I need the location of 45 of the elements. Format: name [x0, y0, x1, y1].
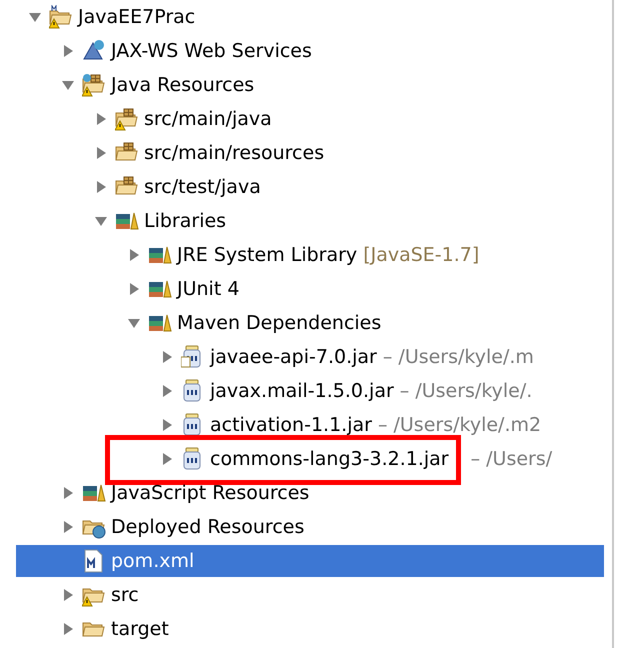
- tree-item-label[interactable]: pom.xml: [111, 546, 194, 576]
- expand-arrow-icon[interactable]: [61, 622, 75, 636]
- expand-arrow-icon[interactable]: [160, 418, 174, 432]
- tree-item-label[interactable]: Libraries: [144, 206, 226, 236]
- collapse-arrow-icon[interactable]: [61, 78, 75, 92]
- item-decoration: – /Users/kyle/.: [400, 378, 532, 404]
- folder-icon: [115, 107, 139, 131]
- tree-item-label[interactable]: javaee-api-7.0.jar: [210, 342, 377, 372]
- tree-item-label[interactable]: commons-lang3-3.2.1.jar: [210, 444, 449, 474]
- tree-item-label[interactable]: JavaScript Resources: [111, 478, 310, 508]
- collapse-arrow-icon[interactable]: [127, 316, 141, 330]
- expand-arrow-icon[interactable]: [160, 452, 174, 466]
- folder-icon: [49, 5, 73, 29]
- expand-arrow-icon[interactable]: [61, 520, 75, 534]
- item-decoration: – /Users/kyle/.m: [382, 344, 534, 370]
- expand-arrow-icon[interactable]: [61, 588, 75, 602]
- expand-arrow-icon[interactable]: [127, 248, 141, 262]
- expand-arrow-icon[interactable]: [127, 282, 141, 296]
- expand-arrow-icon[interactable]: [94, 112, 108, 126]
- tree-item-label[interactable]: javax.mail-1.5.0.jar: [210, 376, 394, 406]
- expand-arrow-icon[interactable]: [94, 180, 108, 194]
- expand-arrow-icon[interactable]: [94, 146, 108, 160]
- tree-item-label[interactable]: src/test/java: [144, 172, 261, 202]
- item-decoration: – /Users/kyle/.m2: [378, 412, 542, 438]
- expand-arrow-icon[interactable]: [160, 384, 174, 398]
- tree-item-label[interactable]: Deployed Resources: [111, 512, 304, 542]
- collapse-arrow-icon[interactable]: [28, 10, 42, 24]
- tree-item-label[interactable]: target: [111, 614, 169, 644]
- expand-arrow-icon[interactable]: [160, 350, 174, 364]
- item-decoration: [JavaSE-1.7]: [363, 242, 480, 268]
- expand-arrow-icon[interactable]: [61, 486, 75, 500]
- folder-icon: [82, 73, 106, 97]
- tree-item-label[interactable]: Maven Dependencies: [177, 308, 382, 338]
- tree-item-label[interactable]: src/main/resources: [144, 138, 324, 168]
- expand-arrow-icon[interactable]: [61, 44, 75, 58]
- tree-item-label[interactable]: JUnit 4: [177, 274, 240, 304]
- item-decoration: – /Users/: [470, 446, 552, 472]
- tree-item-label[interactable]: src: [111, 580, 139, 610]
- tree-item-label[interactable]: JRE System Library: [177, 240, 358, 270]
- collapse-arrow-icon[interactable]: [94, 214, 108, 228]
- tree-item-label[interactable]: Java Resources: [111, 70, 254, 100]
- tree-item-label[interactable]: JAX-WS Web Services: [111, 36, 312, 66]
- tree-item-label[interactable]: activation-1.1.jar: [210, 410, 372, 440]
- tree-item-label[interactable]: src/main/java: [144, 104, 272, 134]
- tree-item-label[interactable]: JavaEE7Prac: [78, 2, 196, 32]
